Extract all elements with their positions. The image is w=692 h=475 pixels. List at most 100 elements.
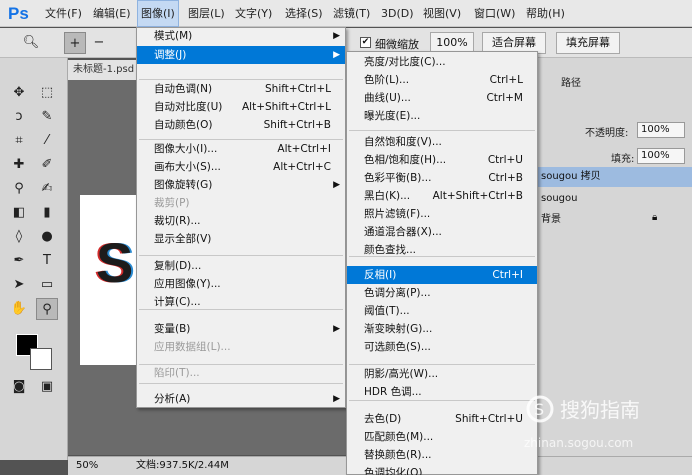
menu-filter[interactable]: 滤镜(T)	[330, 0, 373, 27]
menu-item[interactable]: 反相(I) Ctrl+I	[347, 266, 537, 284]
menu-help[interactable]: 帮助(H)	[523, 0, 568, 27]
menu-item[interactable]: 色阶(L)... Ctrl+L	[347, 71, 537, 89]
menu-item-label: 自动颜色(O)	[154, 119, 213, 131]
menu-item[interactable]: 匹配颜色(M)...	[347, 428, 537, 446]
menu-item[interactable]: 替换颜色(R)...	[347, 446, 537, 464]
menu-item-label: 图像旋转(G)	[154, 179, 213, 191]
menu-item[interactable]: 色调分离(P)...	[347, 284, 537, 302]
menu-item[interactable]: 自然饱和度(V)...	[347, 133, 537, 151]
menu-item[interactable]: HDR 色调...	[347, 383, 537, 401]
canvas-text-layer: S	[96, 231, 134, 294]
eraser-tool-icon[interactable]: ◧	[8, 202, 30, 224]
menu-item[interactable]: 模式(M) ▶	[137, 27, 345, 45]
menu-file[interactable]: 文件(F)	[42, 0, 85, 27]
shape-tool-icon[interactable]: ▭	[36, 274, 58, 296]
gradient-tool-icon[interactable]: ▮	[36, 202, 58, 224]
menu-item[interactable]: 自动对比度(U) Alt+Shift+Ctrl+L	[137, 98, 345, 116]
menu-item[interactable]: 照片滤镜(F)...	[347, 205, 537, 223]
menu-image[interactable]: 图像(I)	[137, 0, 179, 27]
fine-zoom-checkbox[interactable]: ✔	[360, 37, 371, 48]
layer-row[interactable]: sougou	[533, 189, 692, 209]
quick-mask-icon[interactable]: ◙	[8, 376, 30, 398]
menu-item[interactable]: 曝光度(E)...	[347, 107, 537, 125]
menu-item[interactable]: 阴影/高光(W)...	[347, 365, 537, 383]
menu-item[interactable]: 画布大小(S)... Alt+Ctrl+C	[137, 158, 345, 176]
pen-tool-icon[interactable]: ✒	[8, 250, 30, 272]
history-brush-icon[interactable]: ✍	[36, 178, 58, 200]
menu-item[interactable]: 去色(D) Shift+Ctrl+U	[347, 410, 537, 428]
opacity-field[interactable]: 100%	[637, 122, 685, 138]
menu-item[interactable]: 显示全部(V)	[137, 230, 345, 248]
menu-item-label: 自然饱和度(V)...	[364, 136, 442, 148]
background-color-swatch[interactable]	[30, 348, 52, 370]
watermark-url: zhinan.sogou.com	[524, 436, 633, 450]
menu-item[interactable]: 图像旋转(G) ▶	[137, 176, 345, 194]
menu-item-label: 分析(A)	[154, 393, 191, 405]
menu-item[interactable]: 色彩平衡(B)... Ctrl+B	[347, 169, 537, 187]
hand-tool-icon[interactable]: ✋	[8, 298, 30, 320]
menu-item-label: 调整(J)	[154, 49, 187, 61]
menu-select[interactable]: 选择(S)	[282, 0, 326, 27]
menu-item[interactable]: 亮度/对比度(C)...	[347, 53, 537, 71]
layer-row[interactable]: sougou 拷贝	[533, 167, 692, 187]
menu-item[interactable]: 应用图像(Y)...	[137, 275, 345, 293]
menu-item-label: 曲线(U)...	[364, 92, 411, 104]
menu-3d[interactable]: 3D(D)	[378, 0, 417, 27]
menu-separator	[349, 364, 535, 365]
menu-item[interactable]: 曲线(U)... Ctrl+M	[347, 89, 537, 107]
document-tab[interactable]: 未标题-1.psd	[68, 60, 138, 80]
lasso-tool-icon[interactable]: ↄ	[8, 106, 30, 128]
zoom-in-icon[interactable]: +	[64, 32, 86, 54]
menu-item[interactable]: 通道混合器(X)...	[347, 223, 537, 241]
menu-item[interactable]: 阈值(T)...	[347, 302, 537, 320]
image-menu-dropdown: 模式(M) ▶ 调整(J) ▶ 自动色调(N) Shift+Ctrl+L 自动对比度(U) A…	[136, 27, 346, 408]
menu-item[interactable]: 自动色调(N) Shift+Ctrl+L	[137, 80, 345, 98]
menu-item[interactable]: 变量(B) ▶	[137, 320, 345, 338]
paths-tab[interactable]: 路径	[561, 74, 581, 89]
stamp-tool-icon[interactable]: ⚲	[8, 178, 30, 200]
menu-item[interactable]: 裁切(R)...	[137, 212, 345, 230]
menu-item-label: 可选颜色(S)...	[364, 341, 431, 353]
menu-item[interactable]: 黑白(K)... Alt+Shift+Ctrl+B	[347, 187, 537, 205]
menu-window[interactable]: 窗口(W)	[471, 0, 518, 27]
fill-field[interactable]: 100%	[637, 148, 685, 164]
menu-item-label: 显示全部(V)	[154, 233, 212, 245]
menu-item[interactable]: 分析(A) ▶	[137, 390, 345, 408]
menu-item-label: 色彩平衡(B)...	[364, 172, 432, 184]
eyedropper-icon[interactable]: ⁄	[36, 130, 58, 152]
app-logo: Ps	[8, 4, 29, 23]
menu-item[interactable]: 图像大小(I)... Alt+Ctrl+I	[137, 140, 345, 158]
quick-select-icon[interactable]: ✎	[36, 106, 58, 128]
menu-item[interactable]: 复制(D)...	[137, 257, 345, 275]
brush-tool-icon[interactable]: ✐	[36, 154, 58, 176]
status-zoom[interactable]: 50%	[76, 457, 98, 475]
menu-item[interactable]: 色调均化(Q)	[347, 464, 537, 475]
menu-item-label: 复制(D)...	[154, 260, 202, 272]
healing-brush-icon[interactable]: ✚	[8, 154, 30, 176]
menu-layer[interactable]: 图层(L)	[185, 0, 228, 27]
type-tool-icon[interactable]: T	[36, 250, 58, 272]
menu-type[interactable]: 文字(Y)	[232, 0, 275, 27]
path-select-icon[interactable]: ➤	[8, 274, 30, 296]
crop-tool-icon[interactable]: ⌗	[8, 130, 30, 152]
menu-separator	[139, 364, 343, 365]
zoom-tool-icon[interactable]: ⚲	[36, 298, 58, 320]
menu-edit[interactable]: 编辑(E)	[90, 0, 134, 27]
menu-item[interactable]: 可选颜色(S)...	[347, 338, 537, 356]
zoom-tool-preset-icon[interactable]: 🔍︎	[20, 32, 42, 54]
menu-item-label: 照片滤镜(F)...	[364, 208, 431, 220]
fill-screen-button[interactable]: 填充屏幕	[556, 32, 620, 54]
zoom-out-icon[interactable]: −	[88, 32, 110, 54]
menu-item[interactable]: 调整(J) ▶	[137, 46, 345, 64]
layer-row[interactable]: 背景	[533, 210, 692, 230]
marquee-tool-icon[interactable]: ⬚	[36, 82, 58, 104]
menu-item[interactable]: 渐变映射(G)...	[347, 320, 537, 338]
menu-item[interactable]: 自动颜色(O) Shift+Ctrl+B	[137, 116, 345, 134]
dodge-tool-icon[interactable]: ●	[36, 226, 58, 248]
move-tool-icon[interactable]: ✥	[8, 82, 30, 104]
menu-item-shortcut: Shift+Ctrl+L	[265, 83, 331, 95]
menu-view[interactable]: 视图(V)	[420, 0, 464, 27]
screen-mode-icon[interactable]: ▣	[36, 376, 58, 398]
menu-item[interactable]: 色相/饱和度(H)... Ctrl+U	[347, 151, 537, 169]
blur-tool-icon[interactable]: ◊	[8, 226, 30, 248]
